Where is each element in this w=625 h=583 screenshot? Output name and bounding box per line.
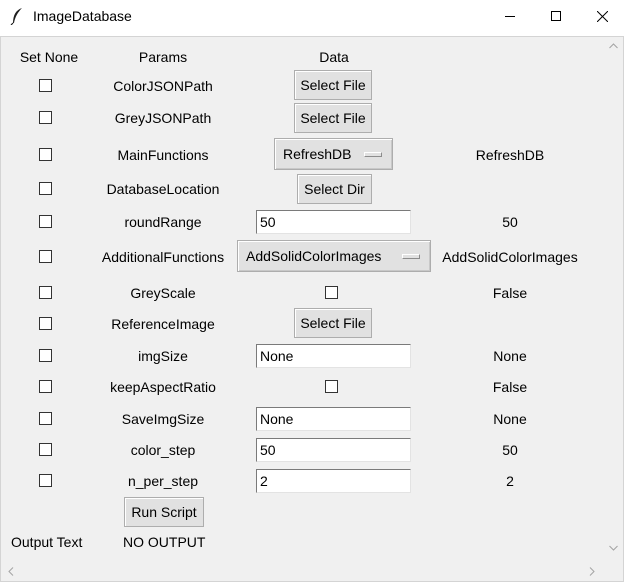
output-label: Output Text	[11, 534, 83, 550]
param-label-roundrange: roundRange	[124, 214, 202, 230]
select-dir-button-databaselocation[interactable]: Select Dir	[297, 174, 372, 204]
horizontal-scrollbar[interactable]	[1, 562, 604, 581]
set-none-checkbox-saveimgsize[interactable]	[39, 412, 52, 425]
set-none-checkbox-colorjsonpath[interactable]	[39, 79, 52, 92]
scroll-left-icon[interactable]	[8, 567, 14, 576]
param-label-saveimgsize: SaveImgSize	[121, 411, 205, 427]
param-label-additionalfunctions: AdditionalFunctions	[101, 249, 225, 265]
param-label-referenceimage: ReferenceImage	[111, 316, 215, 332]
header-set-none: Set None	[19, 49, 79, 65]
saveimgsize-value: None	[493, 411, 527, 427]
imgsize-value: None	[493, 348, 527, 364]
param-label-imgsize: imgSize	[138, 348, 188, 364]
scroll-up-icon[interactable]	[609, 43, 618, 49]
mainfunctions-value: RefreshDB	[475, 147, 545, 163]
additionalfunctions-option-menu[interactable]: AddSolidColorImages	[237, 240, 431, 272]
window-title: ImageDatabase	[33, 8, 132, 24]
color-step-value: 50	[502, 442, 518, 458]
set-none-checkbox-greyjsonpath[interactable]	[39, 111, 52, 124]
set-none-checkbox-color-step[interactable]	[39, 443, 52, 456]
header-params: Params	[138, 49, 188, 65]
set-none-checkbox-additionalfunctions[interactable]	[39, 250, 52, 263]
maximize-icon	[551, 11, 561, 21]
set-none-checkbox-roundrange[interactable]	[39, 215, 52, 228]
param-label-databaselocation: DatabaseLocation	[106, 181, 220, 197]
mainfunctions-option-menu[interactable]: RefreshDB	[274, 138, 393, 170]
run-script-button[interactable]: Run Script	[124, 497, 204, 527]
select-file-button-colorjsonpath[interactable]: Select File	[294, 70, 372, 100]
minimize-icon	[505, 16, 515, 17]
set-none-checkbox-mainfunctions[interactable]	[39, 148, 52, 161]
scroll-right-icon[interactable]	[589, 567, 595, 576]
close-button[interactable]	[579, 0, 625, 32]
saveimgsize-input[interactable]: None	[256, 407, 411, 431]
param-label-colorjsonpath: ColorJSONPath	[113, 78, 213, 94]
param-label-color-step: color_step	[130, 442, 196, 458]
scroll-down-icon[interactable]	[609, 545, 618, 551]
additionalfunctions-selected: AddSolidColorImages	[246, 248, 382, 264]
set-none-checkbox-n-per-step[interactable]	[39, 474, 52, 487]
minimize-button[interactable]	[487, 0, 533, 32]
title-bar: ImageDatabase	[0, 0, 625, 32]
vertical-scrollbar[interactable]	[604, 37, 623, 563]
feather-icon	[10, 8, 22, 25]
select-file-button-greyjsonpath[interactable]: Select File	[294, 103, 372, 133]
option-menu-indicator-icon	[364, 152, 382, 157]
set-none-checkbox-referenceimage[interactable]	[39, 317, 52, 330]
mainfunctions-selected: RefreshDB	[283, 146, 352, 162]
close-icon	[596, 10, 608, 22]
color-step-input[interactable]: 50	[256, 438, 411, 462]
n-per-step-input[interactable]: 2	[256, 469, 411, 493]
header-data: Data	[319, 49, 349, 65]
set-none-checkbox-keepaspectratio[interactable]	[39, 380, 52, 393]
roundrange-value: 50	[502, 214, 518, 230]
n-per-step-value: 2	[506, 473, 514, 489]
keepaspectratio-value: False	[492, 379, 528, 395]
param-label-mainfunctions: MainFunctions	[117, 147, 209, 163]
maximize-button[interactable]	[533, 0, 579, 32]
param-label-greyjsonpath: GreyJSONPath	[114, 110, 212, 126]
additionalfunctions-value: AddSolidColorImages	[442, 249, 578, 265]
greyscale-checkbox[interactable]	[325, 286, 338, 299]
set-none-checkbox-databaselocation[interactable]	[39, 182, 52, 195]
imgsize-input[interactable]: None	[256, 344, 411, 368]
param-label-greyscale: GreyScale	[130, 285, 196, 301]
keepaspectratio-checkbox[interactable]	[325, 380, 338, 393]
select-file-button-referenceimage[interactable]: Select File	[294, 308, 372, 338]
param-label-keepaspectratio: keepAspectRatio	[110, 379, 216, 395]
roundrange-input[interactable]: 50	[256, 210, 411, 234]
greyscale-value: False	[492, 285, 528, 301]
set-none-checkbox-imgsize[interactable]	[39, 349, 52, 362]
option-menu-indicator-icon	[402, 254, 420, 259]
output-text: NO OUTPUT	[123, 534, 206, 550]
set-none-checkbox-greyscale[interactable]	[39, 286, 52, 299]
param-label-n-per-step: n_per_step	[127, 473, 199, 489]
